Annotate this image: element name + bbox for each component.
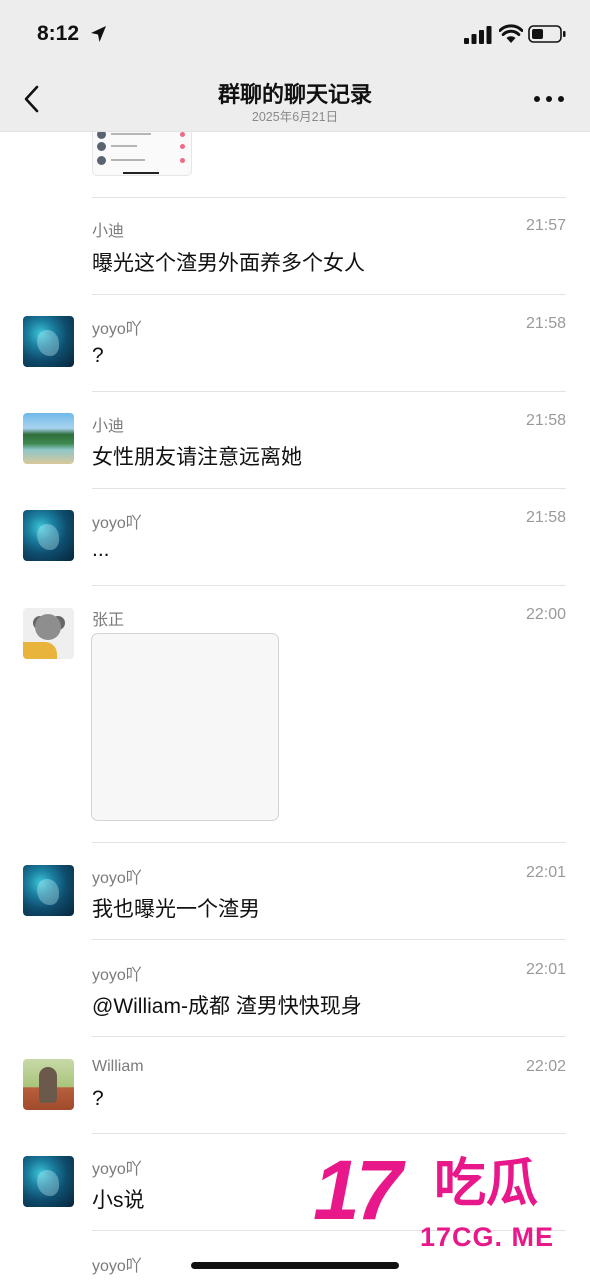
message-sender: 小迪 <box>92 223 125 240</box>
message-divider <box>92 585 566 586</box>
message-time: 22:01 <box>525 864 566 881</box>
forwarded-image-thumbnail[interactable] <box>92 132 192 176</box>
message-sender: yoyo吖 <box>92 515 142 532</box>
message-sender: yoyo吖 <box>92 870 142 887</box>
message-divider <box>92 197 566 198</box>
avatar[interactable] <box>23 608 74 659</box>
avatar[interactable] <box>23 865 74 916</box>
message-text[interactable]: 我也曝光一个渣男 <box>92 893 260 923</box>
wifi-icon <box>499 24 523 43</box>
avatar[interactable] <box>23 1059 74 1110</box>
message-sender: William <box>92 1058 144 1075</box>
message-time: 22:02 <box>525 1058 566 1075</box>
message-time: 22:00 <box>525 606 566 623</box>
status-time: 8:12 <box>37 22 80 45</box>
message-divider <box>92 391 566 392</box>
message-time: 21:58 <box>525 315 566 332</box>
avatar[interactable] <box>23 316 74 367</box>
message-divider <box>92 842 566 843</box>
message-time: 21:57 <box>525 217 566 234</box>
message-time: 21:58 <box>525 509 566 526</box>
message-sender: yoyo吖 <box>92 1161 142 1178</box>
avatar[interactable] <box>23 413 74 464</box>
avatar[interactable] <box>23 1156 74 1207</box>
message-divider <box>92 488 566 489</box>
battery-icon <box>528 25 566 43</box>
chat-history-header: 群聊的聊天记录 2025年6月21日 <box>0 62 590 132</box>
page-date: 2025年6月21日 <box>251 110 339 124</box>
message-text[interactable]: 曝光这个渣男外面养多个女人 <box>92 247 365 277</box>
watermark-name: 吃瓜 <box>434 1155 539 1213</box>
message-text[interactable]: ... <box>92 538 110 562</box>
message-sender: yoyo吖 <box>92 967 142 984</box>
message-divider <box>92 294 566 295</box>
page-title: 群聊的聊天记录 <box>217 82 372 107</box>
message-divider <box>92 1036 566 1037</box>
message-text[interactable]: 小s说 <box>92 1184 145 1214</box>
signal-icon <box>464 26 492 44</box>
message-text[interactable]: ? <box>92 344 104 368</box>
home-indicator[interactable] <box>191 1262 399 1269</box>
message-sender: yoyo吖 <box>92 1258 142 1275</box>
message-text[interactable]: @William-成都 渣男快快现身 <box>92 990 362 1020</box>
message-text[interactable]: 女性朋友请注意远离她 <box>92 441 302 471</box>
message-divider <box>92 939 566 940</box>
message-sender: 小迪 <box>92 418 125 435</box>
message-sender: yoyo吖 <box>92 321 142 338</box>
message-image[interactable] <box>91 633 279 821</box>
message-time: 21:58 <box>525 412 566 429</box>
watermark-number: 17 <box>313 1143 402 1237</box>
location-arrow-icon <box>91 26 106 42</box>
message-sender: 张正 <box>92 612 125 629</box>
message-text[interactable]: ? <box>92 1087 104 1111</box>
status-bar: 8:12 <box>0 0 590 62</box>
avatar[interactable] <box>23 510 74 561</box>
more-dots-icon[interactable] <box>534 96 564 104</box>
watermark-site: 17CG. ME <box>420 1222 555 1252</box>
message-time: 22:01 <box>525 961 566 978</box>
message-divider <box>92 1133 566 1134</box>
